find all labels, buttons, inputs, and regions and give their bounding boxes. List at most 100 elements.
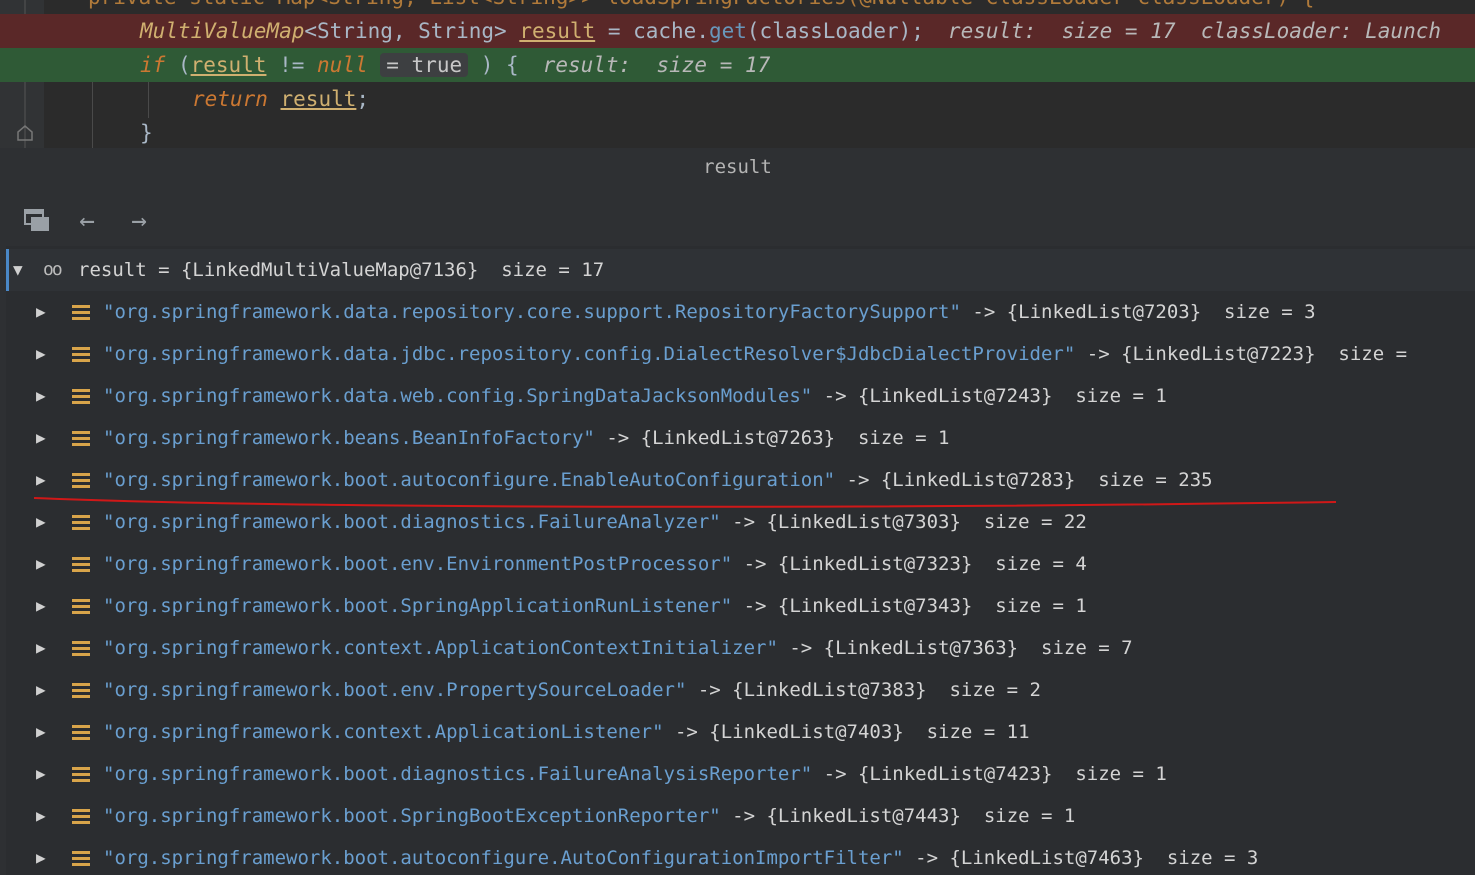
map-value: -> {LinkedList@7343} size = 1 [732,595,1087,617]
map-key: "org.springframework.boot.diagnostics.Fa… [103,511,721,533]
map-value: -> {LinkedList@7263} size = 1 [594,427,950,449]
tree-row-text: "org.springframework.context.Application… [103,711,1030,753]
expand-arrow-icon[interactable]: ▶ [36,753,56,795]
tree-row[interactable]: ▶ "org.springframework.boot.SpringBootExc… [6,795,1475,837]
expand-arrow-icon[interactable]: ▶ [36,627,56,669]
expand-arrow-icon[interactable]: ▶ [36,795,56,837]
field-icon [72,347,90,362]
inline-debug-hint: result: size = 17 classLoader: Launch [947,19,1442,43]
tree-row[interactable]: ▶ "org.springframework.boot.env.PropertyS… [6,669,1475,711]
field-icon [72,809,90,824]
expand-arrow-icon[interactable]: ▶ [36,333,56,375]
back-arrow-icon[interactable]: ← [70,204,104,238]
tree-row[interactable]: ▶ "org.springframework.beans.BeanInfoFact… [6,417,1475,459]
tree-row[interactable]: ▶ "org.springframework.context.Applicatio… [6,627,1475,669]
tree-row[interactable]: ▶ "org.springframework.data.repository.co… [6,291,1475,333]
expand-arrow-icon[interactable]: ▶ [36,543,56,585]
map-value: -> {LinkedList@7463} size = 3 [903,847,1259,869]
tree-row[interactable]: ▶ "org.springframework.boot.autoconfigure… [6,459,1475,501]
keyword-null: null [317,53,368,77]
code-line-1-text: MultiValueMap<String, String> result = c… [140,14,1441,48]
code-tail: (classLoader); [746,19,924,43]
code-editor: private static Map<String, List<String>>… [0,0,1475,148]
expand-arrow-icon[interactable]: ▶ [36,711,56,753]
restore-layout-icon[interactable] [20,204,54,238]
popup-toolbar: ← → [0,196,1475,246]
method-get[interactable]: get [709,19,747,43]
bool-eval-hint: = true [380,53,469,77]
map-key: "org.springframework.context.Application… [103,721,664,743]
tree-row[interactable]: ▶ "org.springframework.boot.SpringApplica… [6,585,1475,627]
expand-arrow-icon[interactable]: ▶ [36,417,56,459]
tree-root-row[interactable]: ▼ oo result = {LinkedMultiValueMap@7136}… [6,249,1475,291]
tree-row[interactable]: ▶ "org.springframework.data.web.config.Sp… [6,375,1475,417]
tree-row-text: "org.springframework.data.repository.cor… [103,291,1316,333]
field-icon [72,431,90,446]
map-value: -> {LinkedList@7443} size = 1 [720,805,1076,827]
indent-guide [148,82,149,118]
field-icon [72,515,90,530]
map-key: "org.springframework.boot.SpringApplicat… [103,595,733,617]
expand-arrow-icon[interactable]: ▶ [36,291,56,333]
popup-title: result [703,156,772,178]
map-value: -> {LinkedList@7383} size = 2 [686,679,1041,701]
expand-arrow-icon[interactable]: ▶ [36,459,56,501]
red-annotation-underline [34,497,1336,508]
tree-row-text: "org.springframework.data.jdbc.repositor… [103,333,1407,375]
expand-arrow-icon[interactable]: ▶ [36,375,56,417]
field-icon [72,557,90,572]
map-value: -> {LinkedList@7283} size = 235 [835,469,1213,491]
map-key: "org.springframework.boot.SpringBootExce… [103,805,721,827]
field-icon [72,473,90,488]
map-key: "org.springframework.data.repository.cor… [103,301,961,323]
code-line-3-text: return result; [192,82,369,116]
map-key: "org.springframework.boot.diagnostics.Fa… [103,763,813,785]
collapse-arrow-icon[interactable]: ▼ [13,249,33,291]
map-key: "org.springframework.boot.env.Environmen… [103,553,733,575]
forward-arrow-icon[interactable]: → [122,204,156,238]
tree-row[interactable]: ▶ "org.springframework.boot.env.Environme… [6,543,1475,585]
tree-row-text: "org.springframework.boot.autoconfigure.… [103,837,1258,875]
field-icon [72,599,90,614]
tree-row-text: "org.springframework.data.web.config.Spr… [103,375,1167,417]
tree-row[interactable]: ▶ "org.springframework.data.jdbc.reposito… [6,333,1475,375]
map-key: "org.springframework.boot.autoconfigure.… [103,469,836,491]
tree-row[interactable]: ▶ "org.springframework.boot.diagnostics.F… [6,753,1475,795]
map-key: "org.springframework.boot.autoconfigure.… [103,847,904,869]
expand-arrow-icon[interactable]: ▶ [36,669,56,711]
map-value: -> {LinkedList@7223} size = [1075,343,1408,365]
glasses-icon: oo [43,259,63,280]
code-line-0-text: private static Map<String, List<String>>… [88,0,1314,14]
map-key: "org.springframework.boot.env.PropertySo… [103,679,687,701]
field-icon [72,767,90,782]
map-value: -> {LinkedList@7323} size = 4 [732,553,1087,575]
expand-arrow-icon[interactable]: ▶ [36,837,56,875]
tree-row[interactable]: ▶ "org.springframework.context.Applicatio… [6,711,1475,753]
tree-row[interactable]: ▶ "org.springframework.boot.autoconfigure… [6,837,1475,875]
code-line-0: private static Map<String, List<String>>… [0,0,1475,14]
field-icon [72,683,90,698]
map-value: -> {LinkedList@7303} size = 22 [720,511,1087,533]
code-line-3: return result; [0,82,1475,116]
type-name: MultiValueMap [140,19,305,43]
code-line-4: } [0,116,1475,148]
var-result[interactable]: result [191,53,267,77]
keyword-if: if [140,53,166,77]
map-key: "org.springframework.data.jdbc.repositor… [103,343,1076,365]
map-key: "org.springframework.beans.BeanInfoFacto… [103,427,595,449]
evaluate-popup: result ← → ▼ oo result = {LinkedMultiVal… [0,148,1475,875]
var-result[interactable]: result [519,19,595,43]
tree-row-text: "org.springframework.boot.env.PropertySo… [103,669,1041,711]
keyword-return: return [192,87,268,111]
breakpoint-line: MultiValueMap<String, String> result = c… [0,14,1475,48]
map-key: "org.springframework.context.Application… [103,637,778,659]
tree-row-text: "org.springframework.context.Application… [103,627,1133,669]
paren-open: ( [165,53,191,77]
field-icon [72,641,90,656]
expand-arrow-icon[interactable]: ▶ [36,585,56,627]
code-line-2-text: if (result != null = true ) {result: siz… [140,48,770,82]
tree-row-text: "org.springframework.boot.autoconfigure.… [103,459,1213,501]
map-value: -> {LinkedList@7203} size = 3 [960,301,1316,323]
field-icon [72,851,90,866]
var-result[interactable]: result [281,87,357,111]
